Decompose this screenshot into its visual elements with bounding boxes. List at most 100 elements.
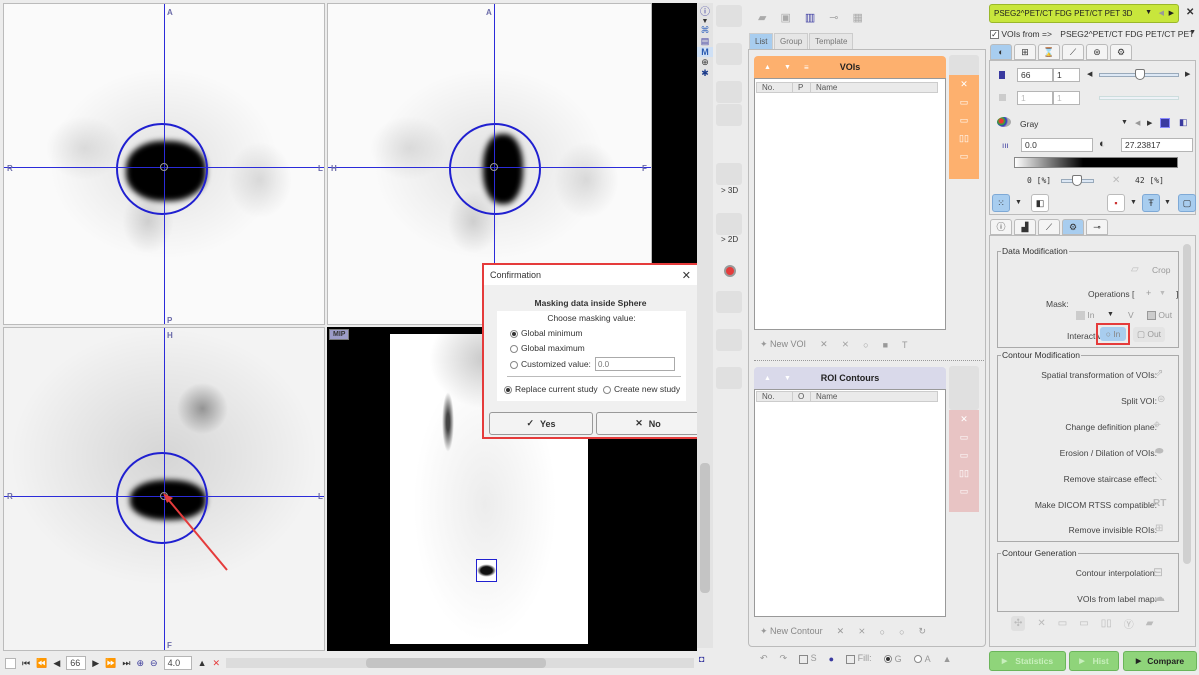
reset-threshold-icon[interactable]: ✕ — [1112, 175, 1120, 186]
slider-right-icon[interactable]: ▶ — [1185, 70, 1190, 78]
select-tool-icon[interactable] — [716, 5, 742, 27]
label-map-icon[interactable]: ☁ — [1153, 590, 1165, 604]
fast-back-icon[interactable]: ⏪ — [36, 658, 47, 669]
s-checkbox[interactable]: S — [799, 653, 817, 664]
print-icon[interactable]: ▤ — [697, 36, 713, 47]
sort-up-icon[interactable]: ▲ — [764, 64, 771, 71]
chart-icon[interactable]: ▥ — [805, 11, 815, 24]
info-icon[interactable]: ⓘ — [697, 3, 713, 18]
add-icon[interactable]: ▭ — [949, 147, 979, 165]
col-no[interactable]: No. — [757, 392, 793, 401]
grid-icon[interactable]: ⊞ — [1155, 523, 1163, 534]
tab-settings[interactable]: ⚙ — [1110, 44, 1132, 60]
col-name[interactable]: Name — [811, 83, 837, 92]
staircase-icon[interactable]: ⟍ — [1155, 472, 1162, 483]
box-tool-icon[interactable] — [716, 140, 742, 162]
mask-in-button[interactable]: In — [1076, 310, 1094, 321]
option-create-new-study[interactable]: Create new study — [603, 384, 680, 394]
option-customized-value[interactable]: Customized value: — [510, 359, 591, 369]
splitter[interactable] — [754, 360, 984, 362]
transform-icon[interactable]: ⇗ — [1155, 368, 1163, 379]
delete-all-icon[interactable]: ⨯ — [842, 339, 850, 350]
save-icon[interactable]: ▣ — [780, 11, 790, 24]
overlay-button[interactable]: ◧ — [1031, 194, 1049, 212]
zoom-in-icon[interactable]: ⊕ — [137, 658, 145, 669]
open-icon[interactable]: ▰ — [758, 11, 766, 24]
interactive-in-button[interactable]: ○ In — [1096, 323, 1130, 345]
grid-button[interactable]: ▪ — [1107, 194, 1125, 212]
crosshair-icon[interactable]: ⊕ — [697, 57, 713, 68]
slider-thumb[interactable] — [1135, 69, 1145, 80]
copy-icon[interactable]: ▭ — [949, 93, 979, 111]
zoom-out-icon[interactable]: ⊖ — [150, 658, 158, 669]
tab-voi-tools[interactable]: ⚙ — [1062, 219, 1084, 235]
vois-from-checkbox[interactable]: ✓ — [990, 30, 999, 40]
fill-checkbox[interactable]: Fill: — [846, 653, 872, 664]
interpolation-icon[interactable]: ⊟ — [1153, 565, 1163, 579]
col-p[interactable]: P — [793, 83, 811, 92]
mask-out-button[interactable]: Out — [1147, 310, 1172, 321]
contour-tool-icon[interactable] — [716, 43, 742, 65]
slice-field[interactable]: 66 — [66, 656, 87, 670]
next-study-icon[interactable]: ▶ — [1169, 9, 1174, 17]
contrast-icon[interactable]: ◐ — [1099, 138, 1106, 150]
copy-icon[interactable]: ▭ — [949, 428, 979, 446]
colormap-select[interactable]: Gray — [1020, 119, 1038, 129]
tab-fusion[interactable]: ⌛ — [1038, 44, 1060, 60]
text-overlay-button[interactable]: Ŧ — [1142, 194, 1160, 212]
g-radio[interactable]: G — [883, 654, 902, 664]
roi-icon[interactable]: ○ — [880, 627, 885, 637]
paste-icon[interactable]: ▭ — [949, 111, 979, 129]
coronal-viewer[interactable]: H F R L — [3, 327, 325, 651]
sort-icon[interactable]: ≡ — [804, 63, 809, 72]
reset-zoom-icon[interactable]: ✕ — [213, 658, 221, 669]
custom-value-input[interactable] — [595, 357, 675, 371]
y-icon[interactable]: Ⓨ — [1124, 616, 1134, 631]
erosion-icon[interactable]: ⬬ — [1155, 446, 1164, 457]
crop-icon[interactable]: ▱ — [1131, 264, 1139, 275]
tab-template[interactable]: Template — [809, 33, 854, 49]
copy-icon[interactable]: ▭ — [1058, 618, 1067, 629]
col-o[interactable]: O — [793, 392, 811, 401]
mirror-icon[interactable]: ▯▯ — [1101, 618, 1112, 629]
slice-field[interactable]: 66 — [1017, 68, 1053, 82]
collapse-icon[interactable]: ▲ — [943, 654, 952, 664]
tab-display[interactable]: ◐ — [990, 44, 1012, 60]
brush-tool-icon[interactable] — [716, 104, 742, 126]
tab-curve[interactable]: ⟋ — [1038, 219, 1060, 235]
tab-3d[interactable]: ⊛ — [1086, 44, 1108, 60]
ctr-icon[interactable]: ○ — [899, 627, 904, 637]
redo-icon[interactable]: ↷ — [780, 653, 788, 664]
yes-button[interactable]: ✓ Yes — [489, 412, 593, 435]
eye-icon[interactable]: ● — [829, 654, 834, 664]
sort-down-icon[interactable]: ▼ — [784, 64, 791, 71]
study-selector[interactable]: PSEG2^PET/CT FDG PET/CT PET 3D ▼ ◀ ▶ — [989, 4, 1179, 23]
add-operation-icon[interactable]: + — [1146, 288, 1151, 298]
mip-mode-icon[interactable]: M — [697, 47, 713, 57]
sort-down-icon[interactable]: ▼ — [784, 375, 791, 382]
tab-statistics[interactable]: ▟ — [1014, 219, 1036, 235]
delete-all-icon[interactable]: ⨯ — [858, 626, 866, 637]
operations-dropdown-icon[interactable]: ▼ — [1159, 290, 1166, 297]
option-global-minimum[interactable]: Global minimum — [510, 328, 582, 338]
paste-icon[interactable]: ▭ — [1079, 618, 1088, 629]
bug-icon[interactable]: ✱ — [697, 68, 713, 79]
mip-selection-box[interactable] — [476, 559, 497, 582]
horizontal-scrollbar[interactable] — [226, 658, 694, 668]
tab-link[interactable]: ⊸ — [1086, 219, 1108, 235]
camera-icon[interactable]: ◘ — [699, 654, 704, 664]
3d-region-icon[interactable] — [716, 163, 742, 185]
vois-from-select[interactable]: PSEG2^PET/CT FDG PET/CT PET — [1060, 29, 1194, 39]
prev-colormap-icon[interactable]: ◀ — [1135, 119, 1140, 127]
folder-icon[interactable]: ▰ — [1146, 618, 1154, 629]
move-voi-icon[interactable]: ✣ — [1011, 616, 1026, 631]
col-name[interactable]: Name — [811, 392, 837, 401]
dropdown-icon[interactable]: ▼ — [1130, 199, 1137, 206]
prev-slice-icon[interactable]: ◀ — [53, 658, 60, 669]
last-slice-icon[interactable]: ⏭ — [122, 658, 130, 669]
edit-tool-icon[interactable] — [716, 291, 742, 313]
max-value-field[interactable]: 27.23817 — [1121, 138, 1193, 152]
link-icon[interactable]: ⊸ — [829, 11, 838, 24]
new-voi-button[interactable]: ✦ New VOI — [760, 339, 806, 350]
mirror-icon[interactable]: ▯▯ — [949, 464, 979, 482]
